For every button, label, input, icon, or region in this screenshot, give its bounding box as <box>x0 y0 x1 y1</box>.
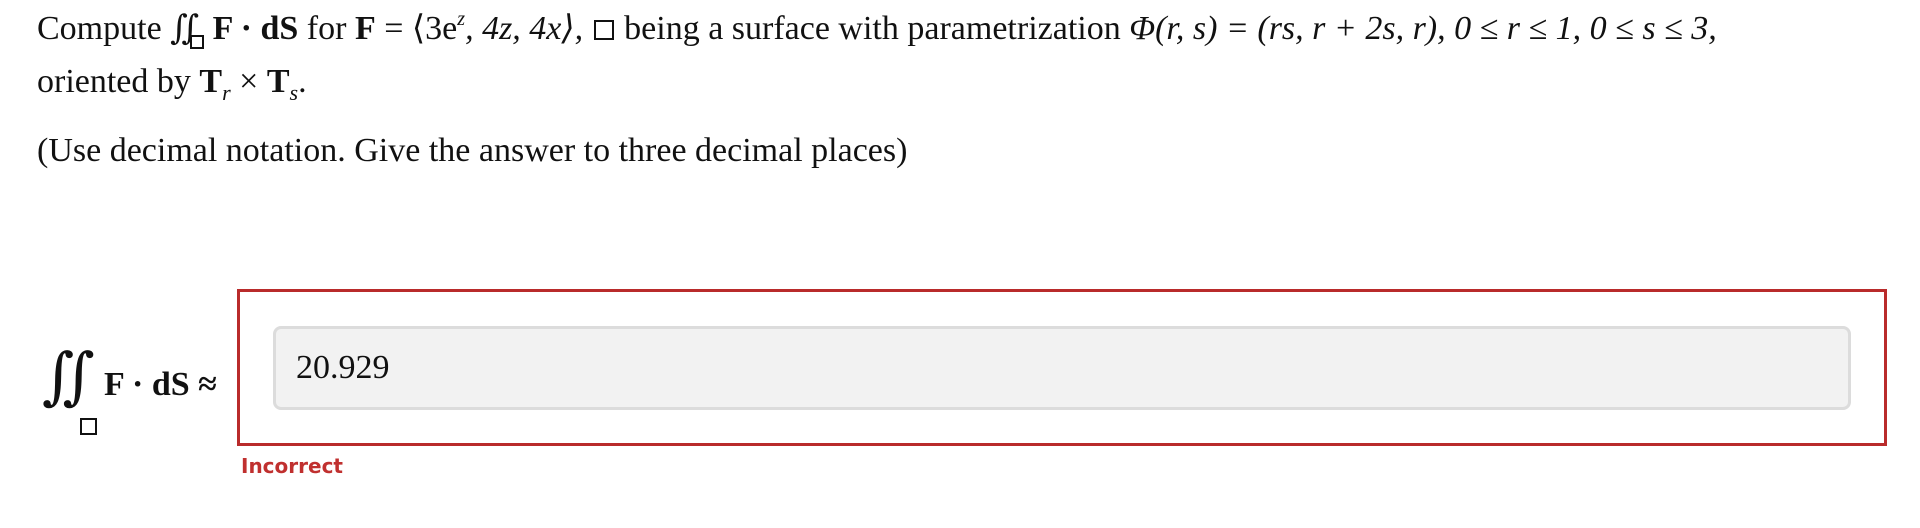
surface-text: being a surface with parametrization <box>624 10 1121 47</box>
parametrization: Φ(r, s) = (rs, r + 2s, r), 0 ≤ r ≤ 1, 0 … <box>1129 10 1717 47</box>
tangent-s-sub: s <box>289 80 299 105</box>
status-incorrect: Incorrect <box>241 454 343 478</box>
tangent-s: T <box>266 63 290 100</box>
field-rest: , 4z, 4x⟩, <box>465 10 584 47</box>
answer-input[interactable] <box>273 326 1851 410</box>
cross-symbol: × <box>239 63 259 100</box>
double-integral-symbol-large: ∬ <box>42 343 95 411</box>
compute-word: Compute <box>37 10 162 47</box>
orientation-text: oriented by <box>37 63 191 100</box>
tangent-r: T <box>199 63 223 100</box>
surface-box-icon <box>80 418 97 435</box>
field-expression: = ⟨3e <box>384 10 458 47</box>
field-name: F <box>354 10 376 47</box>
problem-statement: Compute ∬ F · dS for F = ⟨3ez, 4z, 4x⟩, … <box>37 2 1887 108</box>
instructions: (Use decimal notation. Give the answer t… <box>37 132 908 169</box>
integrand: F · dS <box>212 10 299 47</box>
surface-box-icon <box>190 35 205 49</box>
problem-line-1: Compute ∬ F · dS for F = ⟨3ez, 4z, 4x⟩, … <box>37 2 1887 55</box>
period: . <box>298 63 307 100</box>
surface-box-icon <box>593 20 614 40</box>
for-word: for <box>306 10 347 47</box>
answer-label-expression: F · dS ≈ <box>104 366 217 403</box>
problem-line-2: oriented by Tr × Ts. <box>37 55 1887 108</box>
field-exponent: z <box>457 8 466 30</box>
tangent-r-sub: r <box>222 80 231 105</box>
